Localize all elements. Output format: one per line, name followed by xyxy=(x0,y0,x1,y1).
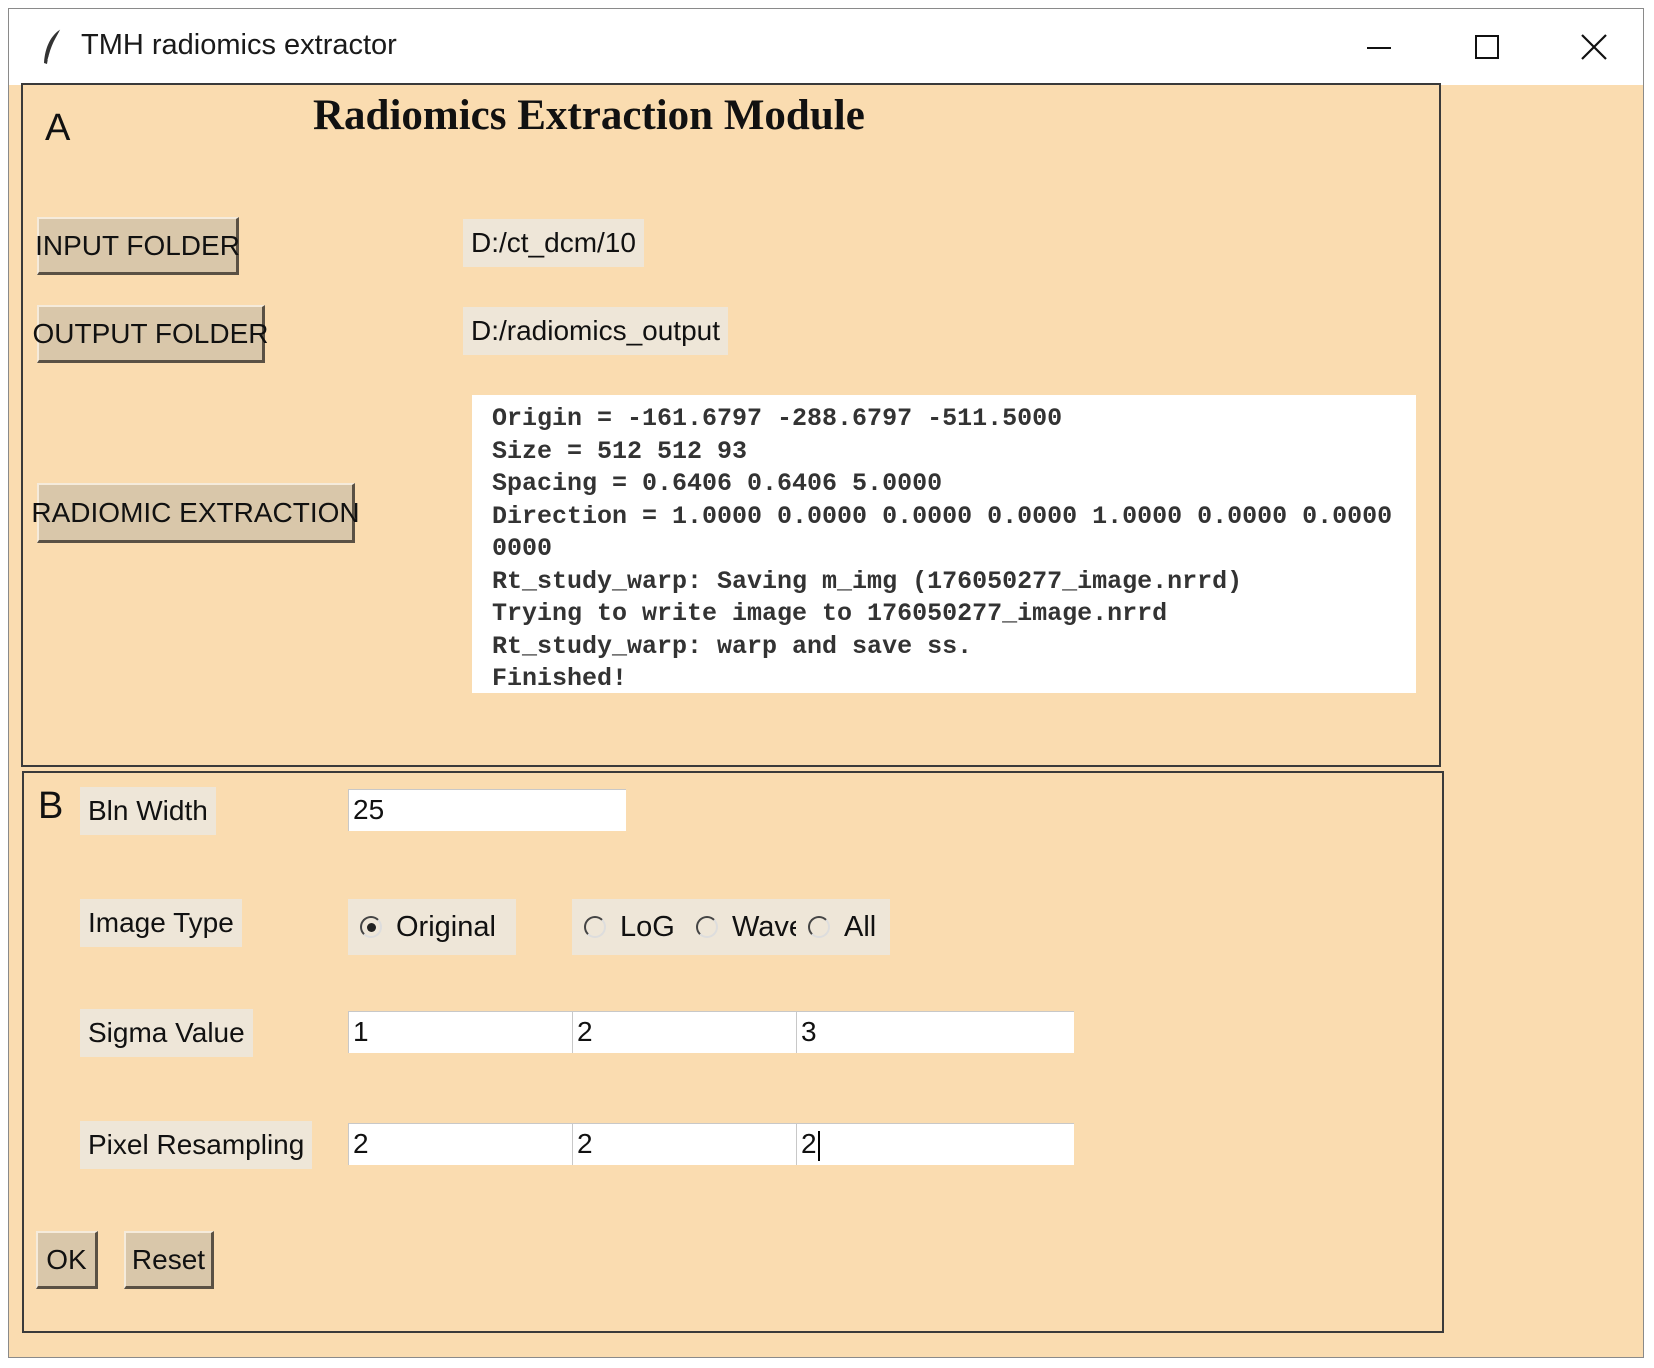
section-b-label: B xyxy=(38,785,64,827)
radiomic-extraction-button[interactable]: RADIOMIC EXTRACTION xyxy=(31,483,360,543)
sigma-input-1[interactable]: 1 xyxy=(348,1011,572,1053)
radio-selected-icon xyxy=(360,916,382,938)
log-line: 0000 xyxy=(492,534,553,563)
ok-button[interactable]: OK xyxy=(36,1231,98,1289)
input-folder-path: D:/ct_dcm/10 xyxy=(463,219,644,267)
minimize-icon[interactable] xyxy=(1359,27,1399,67)
output-folder-path: D:/radiomics_output xyxy=(463,307,729,355)
radio-all[interactable]: All xyxy=(796,899,890,955)
section-a-label: A xyxy=(45,107,71,149)
app-window: TMH radiomics extractor A Radiomics Extr… xyxy=(8,8,1644,1358)
sigma-input-2[interactable]: 2 xyxy=(572,1011,796,1053)
input-folder-button[interactable]: INPUT FOLDER xyxy=(35,217,240,275)
log-line: Trying to write image to 176050277_image… xyxy=(492,599,1168,628)
radio-unselected-icon xyxy=(696,916,718,938)
log-line: Spacing = 0.6406 0.6406 5.0000 xyxy=(492,469,943,498)
log-line: Origin = -161.6797 -288.6797 -511.5000 xyxy=(492,404,1063,433)
resampling-input-3-value: 2 xyxy=(801,1128,817,1159)
close-icon[interactable] xyxy=(1574,27,1614,67)
log-line: Size = 512 512 93 xyxy=(492,436,748,466)
settings-panel: B Bln Width 25 Image Type Original LoG W… xyxy=(22,771,1444,1333)
radio-log[interactable]: LoG xyxy=(572,899,684,955)
module-title: Radiomics Extraction Module xyxy=(313,92,865,139)
radio-wave-label: Wave xyxy=(732,910,806,943)
extraction-panel: A Radiomics Extraction Module INPUT FOLD… xyxy=(21,83,1441,767)
bin-width-input[interactable]: 25 xyxy=(348,789,626,831)
reset-button[interactable]: Reset xyxy=(124,1231,214,1289)
sigma-input-3[interactable]: 3 xyxy=(796,1011,1074,1053)
title-bar[interactable]: TMH radiomics extractor xyxy=(9,9,1643,85)
radio-original-label: Original xyxy=(396,910,496,943)
resampling-input-2[interactable]: 2 xyxy=(572,1123,796,1165)
log-line: Direction = 1.0000 0.0000 0.0000 0.0000 … xyxy=(492,501,1393,531)
radio-unselected-icon xyxy=(808,916,830,938)
log-line: Rt_study_warp: Saving m_img (176050277_i… xyxy=(492,566,1243,596)
output-folder-button[interactable]: OUTPUT FOLDER xyxy=(33,305,268,363)
sigma-value-label: Sigma Value xyxy=(80,1009,253,1057)
image-type-label: Image Type xyxy=(80,899,242,947)
feather-icon xyxy=(44,28,62,64)
radio-wave[interactable]: Wave xyxy=(684,899,810,955)
radio-original[interactable]: Original xyxy=(348,899,516,955)
pixel-resampling-label: Pixel Resampling xyxy=(80,1121,313,1169)
radio-log-label: LoG xyxy=(620,910,675,943)
maximize-icon[interactable] xyxy=(1467,27,1507,67)
resampling-input-1[interactable]: 2 xyxy=(348,1123,572,1165)
resampling-input-3[interactable]: 2 xyxy=(796,1123,1074,1165)
radio-unselected-icon xyxy=(584,916,606,938)
log-output[interactable]: Origin = -161.6797 -288.6797 -511.5000 S… xyxy=(472,395,1416,693)
radio-all-label: All xyxy=(844,910,877,943)
log-line: Finished! xyxy=(492,664,628,693)
window-title: TMH radiomics extractor xyxy=(81,29,397,61)
text-cursor xyxy=(817,1130,820,1161)
log-line: Rt_study_warp: warp and save ss. xyxy=(492,631,973,661)
bin-width-label: Bln Width xyxy=(80,787,216,835)
